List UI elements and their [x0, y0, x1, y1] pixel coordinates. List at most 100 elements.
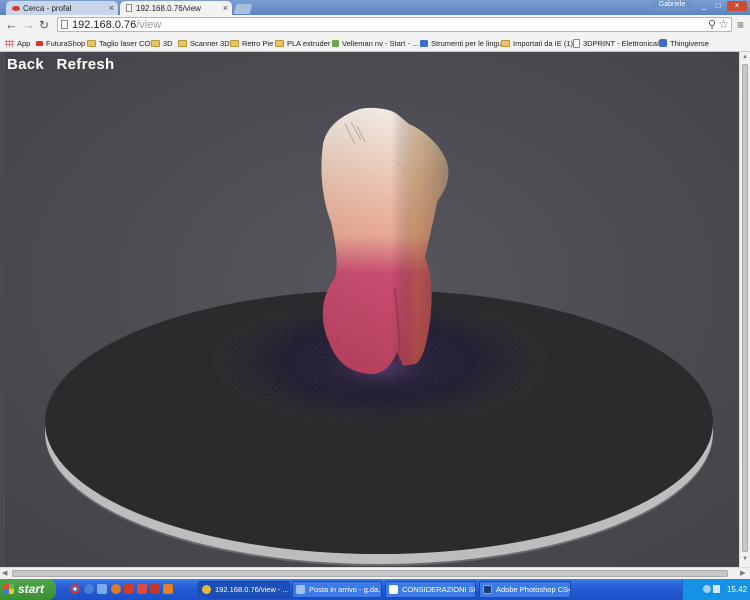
page-icon [573, 38, 580, 48]
bookmark-label: 3DPRINT - ElettronicaIn [583, 38, 664, 48]
futurashop-icon [12, 5, 20, 11]
back-button[interactable]: Back [7, 56, 44, 73]
close-window-button[interactable]: × [727, 1, 747, 11]
bookmark-thingiverse[interactable]: Thingiverse [659, 37, 709, 49]
folder-icon [178, 39, 187, 47]
scroll-right-icon[interactable]: ▶ [740, 569, 745, 577]
start-button[interactable]: start [0, 579, 56, 600]
forward-arrow-icon[interactable]: → [22, 18, 35, 32]
toolbar: ← → ↻ 192.168.0.76/view ⚲ ☆ ≡ [0, 15, 750, 35]
bookmark-star-icon[interactable]: ☆ [718, 17, 729, 31]
horizontal-scrollbar[interactable]: ◀ ▶ [0, 567, 750, 579]
app-icon[interactable] [163, 584, 173, 594]
bookmark-label: Retro Pie [242, 38, 274, 48]
futurashop-icon [36, 40, 43, 46]
bookmark-pla-extruder[interactable]: PLA extruder [275, 37, 330, 49]
folder-icon [230, 39, 239, 47]
url-host: 192.168.0.76 [72, 19, 137, 31]
bookmark-taglio-laser[interactable]: Taglio laser CO2 [87, 37, 154, 49]
folder-icon [501, 39, 510, 47]
app-icon[interactable] [124, 584, 134, 594]
bookmark-label: Taglio laser CO2 [99, 38, 155, 48]
profile-button[interactable]: Gabriele [652, 1, 692, 11]
tab-title: Cerca - profal [23, 3, 72, 13]
bookmark-3d[interactable]: 3D [151, 37, 173, 49]
task-mail[interactable]: Posta in arrivo - g.da... [292, 581, 382, 598]
tab-title: 192.168.0.76/view [136, 3, 201, 13]
task-label: Adobe Photoshop CS4 [496, 585, 571, 594]
reload-icon[interactable]: ↻ [39, 18, 49, 32]
taskbar: start 192.168.0.76/view - ... Posta in a… [0, 579, 750, 600]
back-arrow-icon[interactable]: ← [5, 18, 18, 32]
minimize-button[interactable]: _ [697, 1, 711, 11]
bookmark-label: PLA extruder [287, 38, 331, 48]
apps-grid-icon [5, 39, 14, 47]
folder-icon [151, 39, 160, 47]
folder-icon [87, 39, 96, 47]
task-chrome[interactable]: 192.168.0.76/view - ... [198, 581, 290, 598]
refresh-button[interactable]: Refresh [57, 56, 115, 73]
velleman-icon [332, 39, 339, 47]
app-icon[interactable] [137, 584, 147, 594]
scroll-up-icon[interactable]: ▲ [742, 54, 748, 60]
bookmark-label: 3D [163, 38, 173, 48]
menu-icon[interactable]: ≡ [737, 18, 744, 32]
start-label: start [18, 582, 45, 596]
page-icon [126, 4, 132, 12]
viewer-canvas[interactable]: Back Refresh [5, 52, 739, 567]
bookmark-strumenti-lingue[interactable]: Strumenti per le lingue [420, 37, 506, 49]
title-bar: Cerca - profal × 192.168.0.76/view × Gab… [0, 0, 750, 15]
bookmark-scanner-3d[interactable]: Scanner 3D [178, 37, 230, 49]
chrome-icon[interactable] [70, 584, 80, 594]
windows-logo-icon [4, 584, 14, 594]
firefox-icon[interactable] [111, 584, 121, 594]
task-label: 192.168.0.76/view - ... [215, 585, 289, 594]
close-tab-icon[interactable]: × [109, 3, 114, 13]
bookmark-label: Strumenti per le lingue [431, 38, 507, 48]
scroll-left-icon[interactable]: ◀ [2, 569, 7, 577]
bookmark-3dprint[interactable]: 3DPRINT - ElettronicaIn [573, 37, 663, 49]
folder-icon [275, 39, 284, 47]
document-icon [389, 585, 398, 594]
zoom-icon[interactable]: ⚲ [708, 18, 716, 31]
maximize-button[interactable]: □ [711, 1, 725, 11]
bookmark-label: FuturaShop [46, 38, 86, 48]
clock[interactable]: 15.42 [727, 585, 747, 594]
translate-icon [420, 39, 428, 47]
task-label: Posta in arrivo - g.da... [309, 585, 382, 594]
bookmark-label: Velleman nv - Start - ... [342, 38, 419, 48]
task-document[interactable]: CONSIDERAZIONI SC... [385, 581, 476, 598]
app-icon[interactable] [150, 584, 160, 594]
mail-icon [296, 585, 305, 594]
scrollbar-thumb[interactable] [742, 64, 748, 552]
address-bar[interactable]: 192.168.0.76/view ⚲ ☆ [57, 17, 732, 32]
bookmark-apps[interactable]: App [5, 37, 30, 49]
bookmark-importati-ie[interactable]: Importati da IE (1) [501, 37, 573, 49]
new-tab-button[interactable] [233, 4, 253, 14]
bookmark-label: Thingiverse [670, 38, 709, 48]
bookmark-velleman[interactable]: Velleman nv - Start - ... [332, 37, 418, 49]
bookmarks-bar: App FuturaShop Taglio laser CO2 3D Scann… [0, 35, 750, 52]
bookmark-futurashop[interactable]: FuturaShop [36, 37, 85, 49]
3d-scene[interactable] [5, 52, 739, 567]
task-photoshop[interactable]: Adobe Photoshop CS4 [479, 581, 571, 598]
scrollbar-thumb[interactable] [12, 570, 728, 577]
scroll-down-icon[interactable]: ▼ [742, 556, 748, 562]
thingiverse-icon [659, 39, 667, 47]
vertical-scrollbar[interactable]: ▲ ▼ [739, 52, 750, 567]
ie-icon[interactable] [84, 584, 94, 594]
network-icon[interactable] [703, 585, 711, 593]
close-tab-icon[interactable]: × [223, 3, 228, 13]
bookmark-retro-pie[interactable]: Retro Pie [230, 37, 273, 49]
chrome-icon [202, 585, 211, 594]
task-label: CONSIDERAZIONI SC... [402, 585, 475, 594]
viewer-controls: Back Refresh [7, 56, 123, 73]
url-path: /view [136, 19, 162, 31]
show-desktop-icon[interactable] [97, 584, 107, 594]
tab-cerca[interactable]: Cerca - profal × [6, 1, 118, 15]
bookmark-label: Importati da IE (1) [513, 38, 574, 48]
volume-icon[interactable] [713, 585, 720, 593]
bookmark-label: Scanner 3D [190, 38, 230, 48]
bookmark-label: App [17, 38, 31, 48]
tab-view[interactable]: 192.168.0.76/view × [120, 1, 232, 15]
